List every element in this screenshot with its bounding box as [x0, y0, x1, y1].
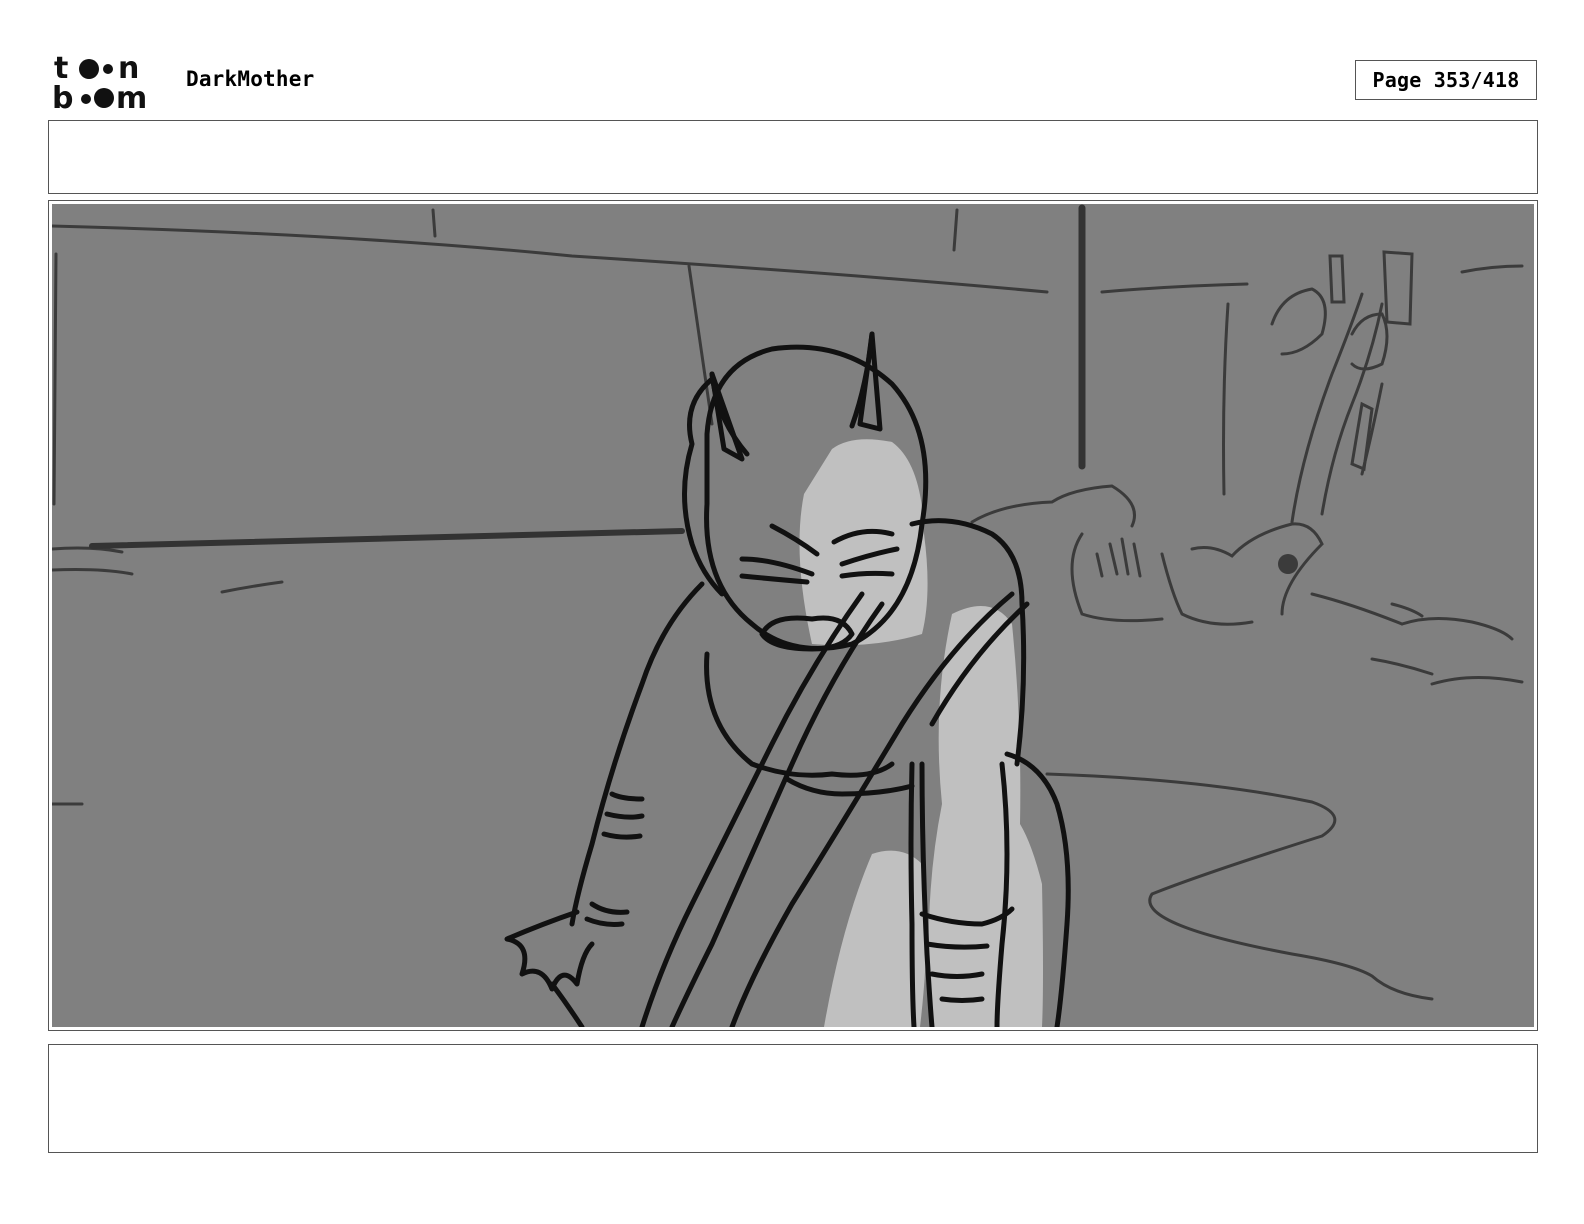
toon-boom-logo: t n b m: [52, 50, 164, 116]
toon-boom-logo-icon: t n b m: [52, 51, 147, 116]
storyboard-sketch: [52, 204, 1534, 1027]
project-title: DarkMother: [186, 67, 315, 91]
dialogue-notes-box: [48, 1044, 1538, 1153]
storyboard-frame: [48, 200, 1538, 1031]
action-notes-box: [48, 120, 1538, 194]
svg-text:b: b: [52, 81, 73, 112]
page-number: Page 353/418: [1355, 60, 1537, 100]
svg-text:m: m: [116, 81, 147, 112]
